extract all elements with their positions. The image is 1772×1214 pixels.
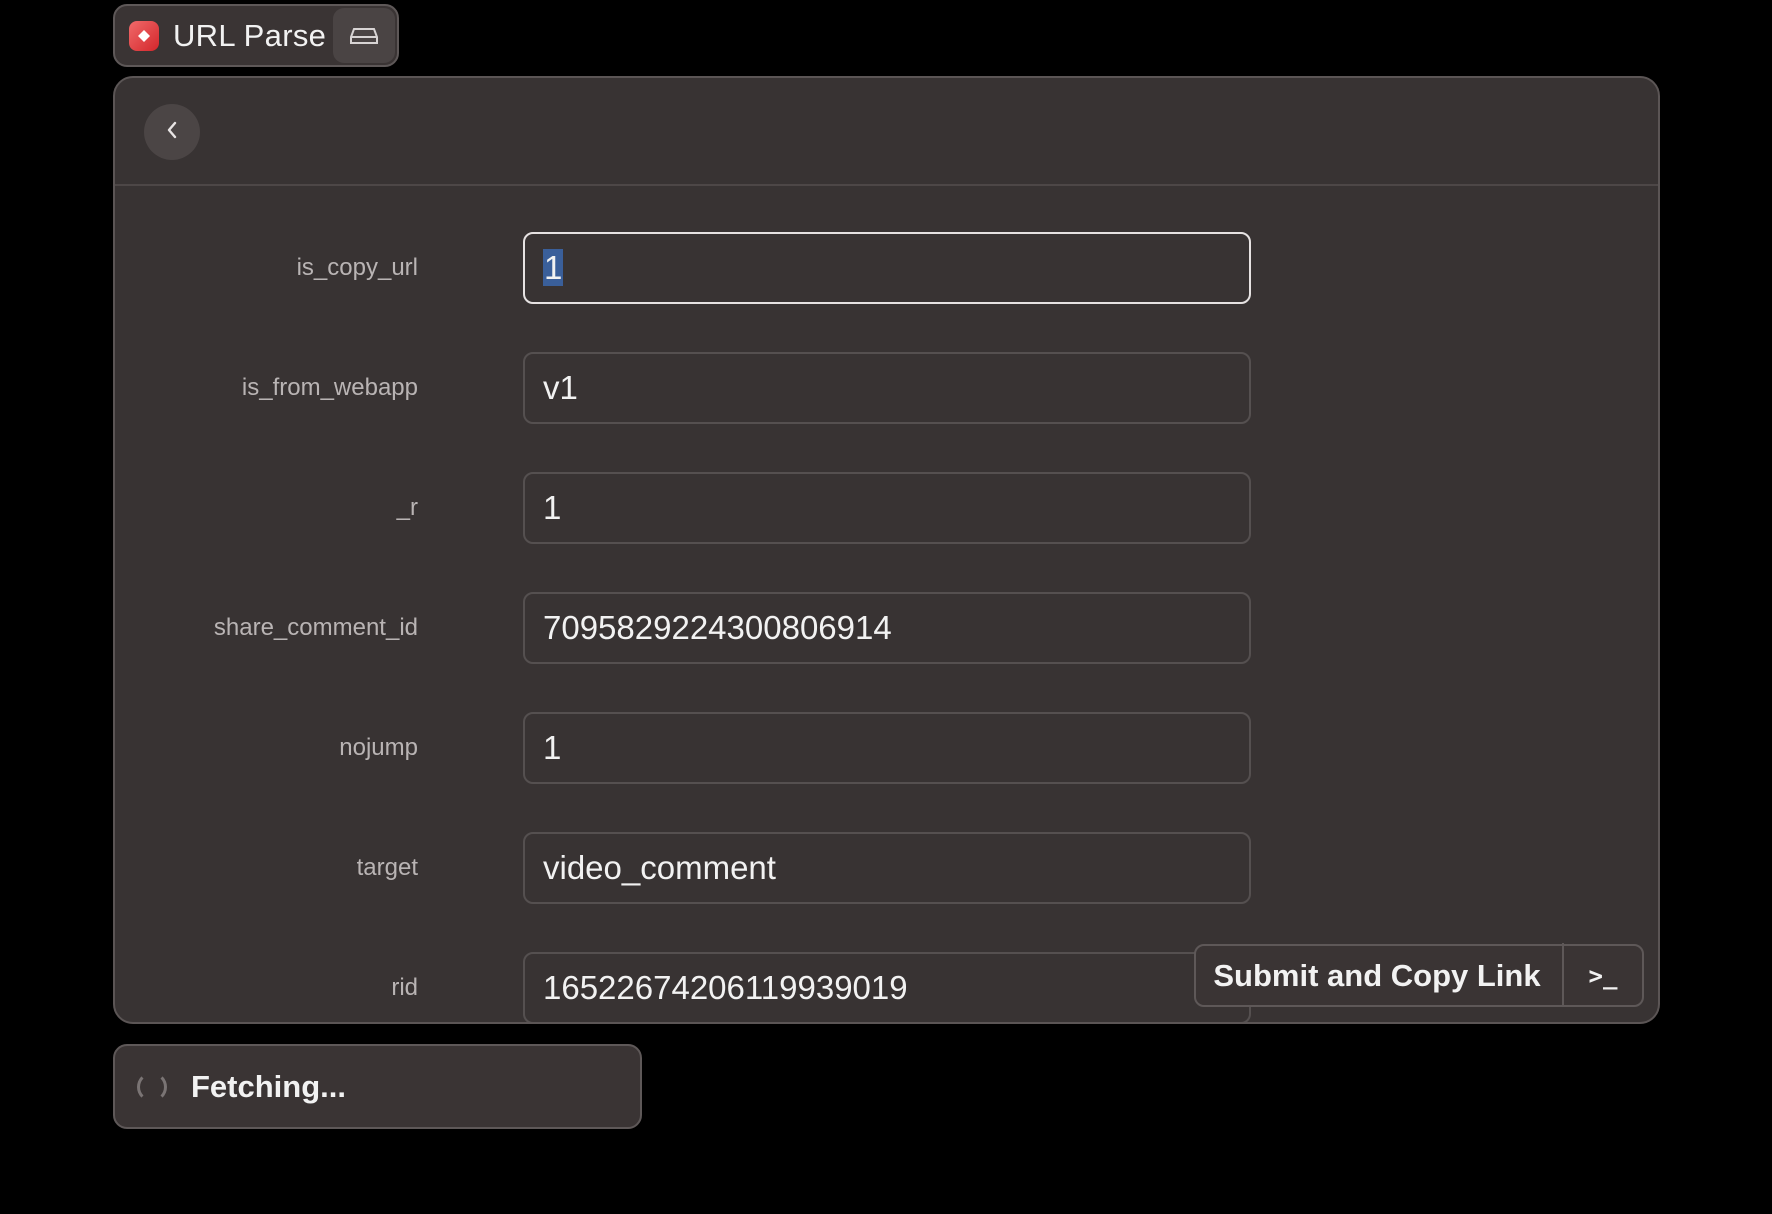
field-input-is-copy-url[interactable]: 1 [523,232,1251,304]
field-input-share-comment-id[interactable]: 7095829224300806914 [523,592,1251,664]
field-input-rid[interactable]: 16522674206119939019 [523,952,1251,1022]
chevron-left-icon [165,120,179,145]
extension-title-bar: URL Parse [113,4,399,67]
field-label-is-from-webapp: is_from_webapp [241,374,418,401]
field-label-r: _r [396,494,418,521]
raycast-app-icon [129,20,159,51]
field-label-nojump: nojump [339,734,418,761]
loading-spinner-icon [137,1071,167,1102]
submit-and-copy-link-button[interactable]: Submit and Copy Link [1196,958,1562,994]
field-label-rid: rid [391,974,418,1001]
selected-text: 1 [543,249,564,286]
form-row: target video_comment [115,832,1658,904]
form-panel: is_copy_url 1 is_from_webapp v1 _r 1 sha… [113,76,1660,1024]
terminal-shortcut-icon[interactable]: >_ [1564,962,1642,990]
back-button[interactable] [144,104,200,160]
field-input-nojump[interactable]: 1 [523,712,1251,784]
extension-title: URL Parse [173,17,327,53]
toast-text: Fetching... [191,1068,346,1104]
field-label-target: target [356,854,418,881]
field-input-target[interactable]: video_comment [523,832,1251,904]
field-input-r[interactable]: 1 [523,472,1251,544]
hard-drive-icon[interactable] [333,8,395,63]
field-label-share-comment-id: share_comment_id [213,614,418,641]
field-label-is-copy-url: is_copy_url [296,254,418,281]
field-input-is-from-webapp[interactable]: v1 [523,352,1251,424]
form-row: is_from_webapp v1 [115,352,1658,424]
form-row: is_copy_url 1 [115,232,1658,304]
status-toast: Fetching... [113,1044,642,1129]
submit-action-bar: Submit and Copy Link >_ [1194,943,1644,1007]
panel-header [115,78,1658,186]
form-row: nojump 1 [115,712,1658,784]
form-row: share_comment_id 7095829224300806914 [115,592,1658,664]
form-row: _r 1 [115,472,1658,544]
